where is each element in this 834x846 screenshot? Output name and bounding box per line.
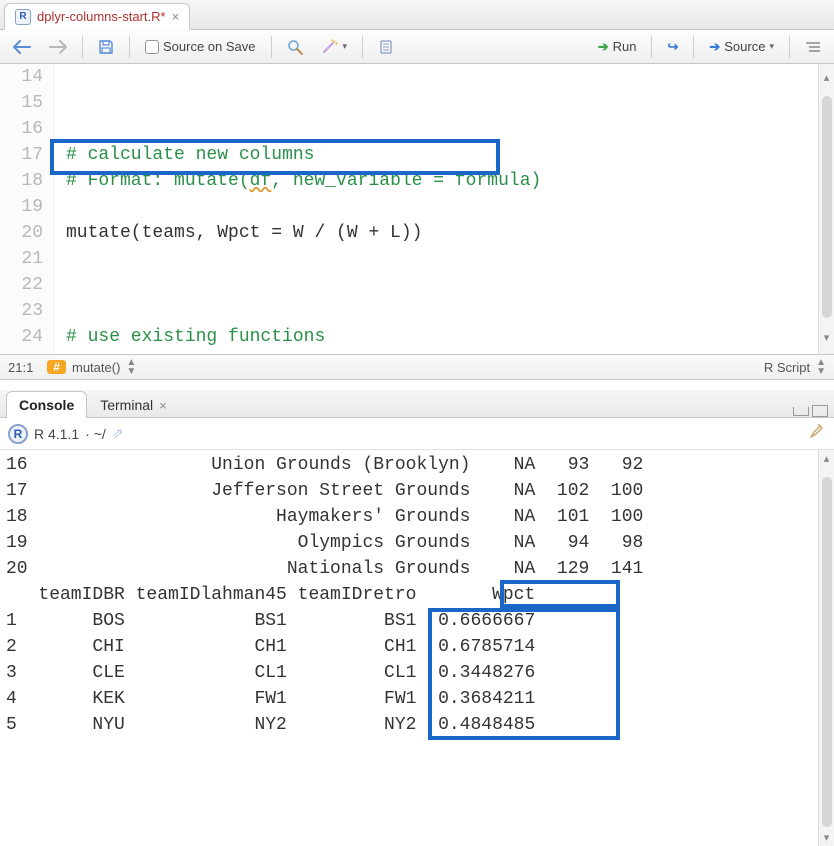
scroll-up-icon[interactable]: ▴ <box>824 64 830 94</box>
code-line[interactable] <box>66 272 818 298</box>
scroll-thumb[interactable] <box>822 96 832 318</box>
line-number: 14 <box>0 64 43 90</box>
console-tab[interactable]: Console <box>6 391 87 418</box>
console-header: R R 4.1.1 · ~/ ⇗ <box>0 418 834 450</box>
run-button[interactable]: ➔ Run <box>591 36 644 58</box>
notebook-icon <box>378 39 394 55</box>
source-label: Source <box>724 39 765 54</box>
console-tab-label: Console <box>19 397 74 413</box>
line-number: 24 <box>0 324 43 350</box>
scroll-thumb[interactable] <box>822 477 832 827</box>
console-scrollbar[interactable]: ▴ ▾ <box>818 450 834 846</box>
rerun-button[interactable]: ↪ <box>660 36 685 58</box>
checkbox-icon <box>145 40 159 54</box>
console-tabbar: Console Terminal × <box>0 390 834 418</box>
scroll-up-icon[interactable]: ▴ <box>824 450 830 467</box>
file-tab-label: dplyr-columns-start.R* <box>37 9 166 24</box>
outline-icon <box>805 41 821 53</box>
code-line[interactable] <box>66 350 818 354</box>
line-number: 23 <box>0 298 43 324</box>
source-on-save-label: Source on Save <box>163 39 256 54</box>
toolbar-separator <box>271 36 272 58</box>
file-tab-bar: R dplyr-columns-start.R* × <box>0 0 834 30</box>
popout-icon[interactable]: ⇗ <box>112 425 124 442</box>
code-line[interactable] <box>66 194 818 220</box>
terminal-tab-label: Terminal <box>100 397 153 413</box>
line-number: 18 <box>0 168 43 194</box>
arrow-right-icon <box>49 40 67 54</box>
outline-button[interactable] <box>798 38 828 56</box>
back-button[interactable] <box>6 37 38 57</box>
section-badge-icon: # <box>47 360 66 374</box>
line-number: 22 <box>0 272 43 298</box>
line-number: 20 <box>0 220 43 246</box>
file-tab[interactable]: R dplyr-columns-start.R* × <box>4 3 190 30</box>
language-mode[interactable]: R Script <box>764 360 810 375</box>
toolbar-separator <box>362 36 363 58</box>
source-editor[interactable]: 1415161718192021222324 # calculate new c… <box>0 64 834 354</box>
code-line[interactable] <box>66 246 818 272</box>
find-button[interactable] <box>280 36 310 58</box>
scroll-down-icon[interactable]: ▾ <box>824 829 830 846</box>
console-text: 16 Union Grounds (Brooklyn) NA 93 92 17 … <box>6 452 812 738</box>
minimize-pane-icon[interactable] <box>793 407 809 416</box>
line-number: 15 <box>0 90 43 116</box>
editor-statusbar: 21:1 # mutate() ▲▼ R Script ▲▼ <box>0 354 834 380</box>
editor-scrollbar[interactable]: ▴ ▾ <box>818 64 834 354</box>
code-line[interactable]: mutate(teams, Wpct = W / (W + L)) <box>66 220 818 246</box>
maximize-pane-icon[interactable] <box>812 405 828 417</box>
updown-icon[interactable]: ▲▼ <box>126 358 136 376</box>
save-button[interactable] <box>91 36 121 58</box>
wand-icon <box>321 39 339 55</box>
r-logo-icon: R <box>8 424 28 444</box>
toolbar-separator <box>82 36 83 58</box>
source-arrow-icon: ➔ <box>709 39 720 55</box>
arrow-left-icon <box>13 40 31 54</box>
floppy-disk-icon <box>98 39 114 55</box>
line-number: 16 <box>0 116 43 142</box>
section-context-label[interactable]: mutate() <box>72 360 120 375</box>
console-output[interactable]: 16 Union Grounds (Brooklyn) NA 93 92 17 … <box>0 450 818 846</box>
r-file-icon: R <box>15 9 31 25</box>
working-dir-label: · ~/ <box>85 426 106 442</box>
compile-report-button[interactable] <box>371 36 401 58</box>
editor-toolbar: Source on Save ▾ ➔ Run ↪ ➔ Source ▾ <box>0 30 834 64</box>
scroll-down-icon[interactable]: ▾ <box>824 324 830 354</box>
updown-icon[interactable]: ▲▼ <box>816 358 826 376</box>
rerun-icon: ↪ <box>667 39 678 55</box>
chevron-down-icon: ▾ <box>343 41 348 52</box>
forward-button[interactable] <box>42 37 74 57</box>
search-icon <box>287 39 303 55</box>
line-number: 19 <box>0 194 43 220</box>
code-area[interactable]: # calculate new columns# Format: mutate(… <box>54 64 818 354</box>
r-version-label: R 4.1.1 <box>34 426 79 442</box>
clear-console-icon[interactable] <box>808 422 826 445</box>
source-button[interactable]: ➔ Source ▾ <box>702 36 781 58</box>
code-line[interactable]: # use existing functions <box>66 324 818 350</box>
toolbar-separator <box>129 36 130 58</box>
toolbar-separator <box>789 36 790 58</box>
terminal-tab[interactable]: Terminal × <box>87 391 180 418</box>
code-line[interactable]: # Format: mutate(df, new_variable = form… <box>66 168 818 194</box>
source-on-save-toggle[interactable]: Source on Save <box>138 36 263 57</box>
cursor-position: 21:1 <box>8 360 33 375</box>
code-tools-button[interactable]: ▾ <box>314 36 355 58</box>
toolbar-separator <box>651 36 652 58</box>
line-number: 17 <box>0 142 43 168</box>
run-arrow-icon: ➔ <box>598 39 609 55</box>
chevron-down-icon: ▾ <box>769 41 774 52</box>
close-tab-icon[interactable]: × <box>159 398 167 413</box>
close-tab-icon[interactable]: × <box>172 9 180 24</box>
code-line[interactable]: # calculate new columns <box>66 142 818 168</box>
run-label: Run <box>613 39 637 54</box>
line-number-gutter: 1415161718192021222324 <box>0 64 54 354</box>
code-line[interactable] <box>66 298 818 324</box>
toolbar-separator <box>693 36 694 58</box>
line-number: 21 <box>0 246 43 272</box>
